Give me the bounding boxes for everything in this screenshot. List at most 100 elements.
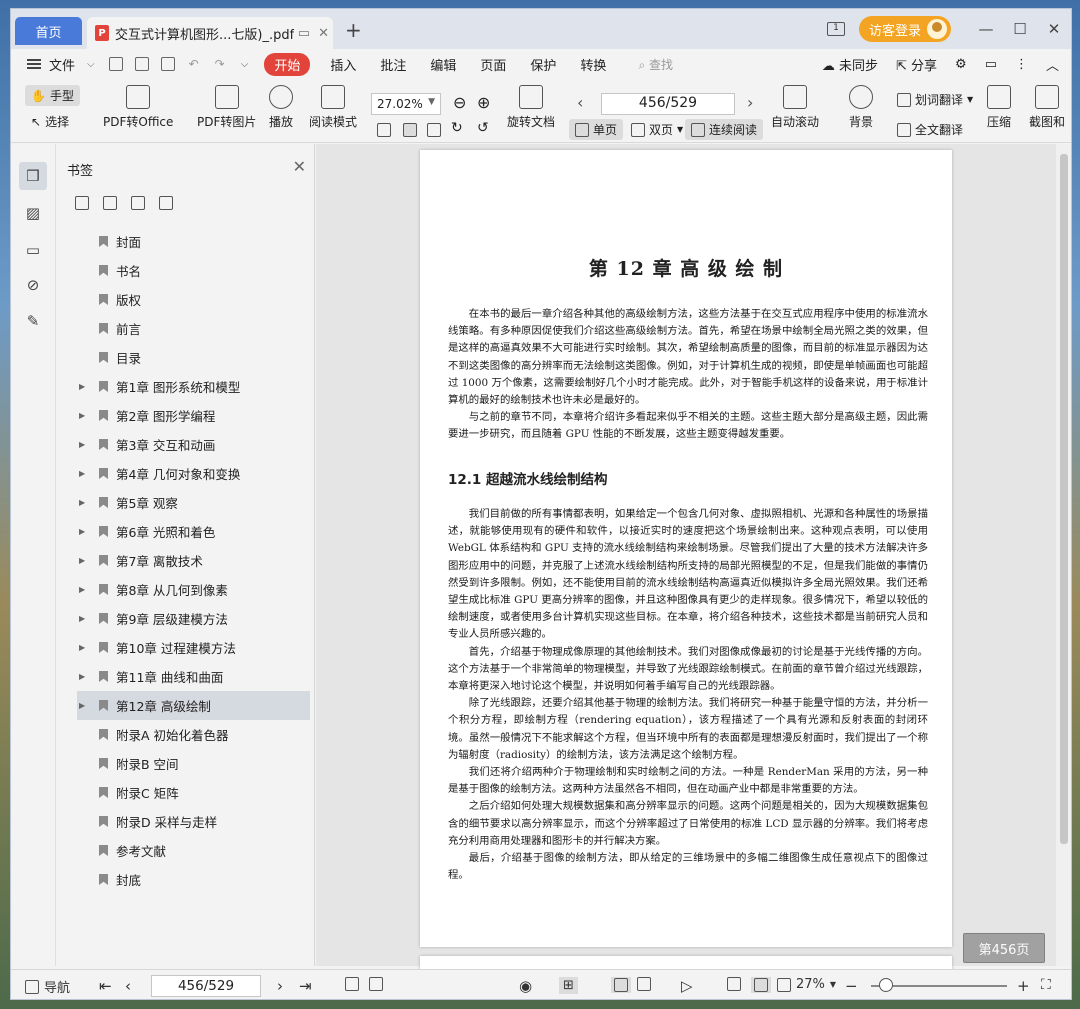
navigation-button[interactable]: 导航 [25,977,70,996]
zoom-out-icon[interactable]: ⊖ [453,93,466,112]
monitor-icon[interactable]: ▭ [298,26,310,41]
rotate-document-button[interactable]: 旋转文档 [507,85,555,130]
read-mode-button[interactable]: 阅读模式 [309,85,357,130]
prev-page-icon[interactable]: ‹ [125,977,131,995]
menu-insert[interactable]: 插入 [330,55,356,74]
bookmark-item[interactable]: ▶ 第3章 交互和动画 [77,430,310,459]
screenshot-button[interactable]: 截图和 [1029,85,1065,130]
signature-icon[interactable]: ✎ [19,307,47,335]
continuous-read-button[interactable]: 连续阅读 [685,119,764,140]
actual-size-icon[interactable] [727,977,741,991]
bookmark-item[interactable]: ▶ 第9章 层级建模方法 [77,604,310,633]
zoom-slider-knob[interactable] [879,978,894,992]
pdf-to-image-button[interactable]: PDF转图片 [197,85,256,130]
bookmark-item[interactable]: 附录D 采样与走样 [77,807,310,836]
eye-icon[interactable]: ◉ [519,977,532,995]
forward-icon[interactable] [369,977,383,991]
menu-page[interactable]: 页面 [480,55,506,74]
tab-home[interactable]: 首页 [15,17,82,45]
minimize-button[interactable]: — [969,20,1003,38]
thumbnail-icon[interactable]: ▨ [19,199,47,227]
bookmark-icon[interactable] [159,196,173,210]
expand-all-icon[interactable] [75,196,89,210]
full-translate-button[interactable]: 全文翻译 [891,119,969,140]
pdf-to-office-button[interactable]: PDF转Office [103,85,173,130]
zoom-in-icon[interactable]: + [1017,977,1030,995]
select-tool[interactable]: ↖ 选择 [25,111,75,132]
background-button[interactable]: 背景 [849,85,873,130]
bookmark-item[interactable]: 版权 [77,285,310,314]
double-page-button[interactable]: 双页 ▼ [625,119,689,140]
expand-arrow-icon[interactable]: ▶ [79,440,85,449]
more-dropdown-icon[interactable]: ⌵ [241,59,249,70]
bookmark-item[interactable]: ▶ 第1章 图形系统和模型 [77,372,310,401]
new-tab-button[interactable]: + [345,18,362,42]
fit-page-icon[interactable] [403,123,417,137]
zoom-in-icon[interactable]: ⊕ [477,93,490,112]
close-tab-icon[interactable]: ✕ [318,26,329,41]
bookmark-item[interactable]: ▶ 第4章 几何对象和变换 [77,459,310,488]
expand-arrow-icon[interactable]: ▶ [79,585,85,594]
expand-arrow-icon[interactable]: ▶ [79,556,85,565]
bookmark-item[interactable]: 封底 [77,865,310,894]
window-count-icon[interactable]: 1 [826,22,845,36]
expand-arrow-icon[interactable]: ▶ [79,411,85,420]
add-bookmark-icon[interactable] [131,196,145,210]
bookmark-item[interactable]: 封面 [77,227,310,256]
bookmark-item[interactable]: 附录B 空间 [77,749,310,778]
double-view-icon[interactable] [637,977,651,991]
redo-icon[interactable]: ↷ [215,57,225,71]
fullscreen-icon[interactable]: ⛶ [1041,977,1051,993]
next-page-icon[interactable]: › [277,977,283,995]
share-button[interactable]: ⇱ 分享 [896,55,937,74]
document-view[interactable]: 第 12 章 高 级 绘 制 在本书的最后一章介绍各种其他的高级绘制方法，这些方… [316,144,1056,976]
bookmark-item[interactable]: 目录 [77,343,310,372]
expand-arrow-icon[interactable]: ▶ [79,382,85,391]
expand-arrow-icon[interactable]: ▶ [79,672,85,681]
close-icon[interactable]: ✕ [293,157,306,176]
bookmark-item[interactable]: 前言 [77,314,310,343]
fit-width-icon[interactable] [427,123,441,137]
page-number-field[interactable]: 456/529 [151,975,261,997]
word-translate-button[interactable]: 划词翻译 ▼ [891,89,979,110]
menu-convert[interactable]: 转换 [580,55,606,74]
auto-scroll-button[interactable]: 自动滚动 [771,85,819,130]
settings-icon[interactable]: ⚙ [955,57,967,72]
zoom-select[interactable]: 27% ▼ [777,977,836,992]
expand-arrow-icon[interactable]: ▶ [79,614,85,623]
more-vertical-icon[interactable]: ⋮ [1015,57,1028,72]
menu-start[interactable]: 开始 [264,52,311,76]
last-page-icon[interactable]: ⇥ [299,977,312,995]
expand-arrow-icon[interactable]: ▶ [79,469,85,478]
menu-edit[interactable]: 编辑 [430,55,456,74]
bookmark-item[interactable]: ▶ 第6章 光照和着色 [77,517,310,546]
bookmark-item[interactable]: ▶ 第8章 从几何到像素 [77,575,310,604]
scrollbar-thumb[interactable] [1060,154,1068,844]
expand-arrow-icon[interactable]: ▶ [79,701,85,710]
hamburger-icon[interactable] [27,59,41,69]
expand-arrow-icon[interactable]: ▶ [79,643,85,652]
bookmark-item[interactable]: ▶ 第7章 离散技术 [77,546,310,575]
comment-panel-icon[interactable]: ▭ [19,236,47,264]
bookmark-item[interactable]: ▶ 第2章 图形学编程 [77,401,310,430]
bookmark-item[interactable]: ▶ 第5章 观察 [77,488,310,517]
collapse-all-icon[interactable] [103,196,117,210]
undo-icon[interactable]: ↶ [189,57,199,71]
menu-annotate[interactable]: 批注 [380,55,406,74]
zoom-select[interactable]: 27.02% ▼ [371,93,441,115]
file-menu[interactable]: 文件 [49,55,75,74]
bookmark-item[interactable]: 附录C 矩阵 [77,778,310,807]
actual-size-icon[interactable] [377,123,391,137]
comment-icon[interactable]: ▭ [985,57,997,72]
bookmark-panel-icon[interactable]: ❒ [19,162,47,190]
single-view-icon[interactable] [611,977,631,993]
bookmark-item[interactable]: 书名 [77,256,310,285]
search-box[interactable]: ⌕ 查找 [638,56,673,73]
maximize-button[interactable]: ☐ [1003,20,1037,38]
next-page-icon[interactable]: › [747,93,753,112]
chevron-down-icon[interactable]: ⌵ [87,59,95,70]
play-icon[interactable]: ▷ [681,977,693,995]
continuous-view-icon[interactable]: ⊞ [559,977,578,994]
zoom-out-icon[interactable]: − [845,977,858,995]
expand-arrow-icon[interactable]: ▶ [79,498,85,507]
